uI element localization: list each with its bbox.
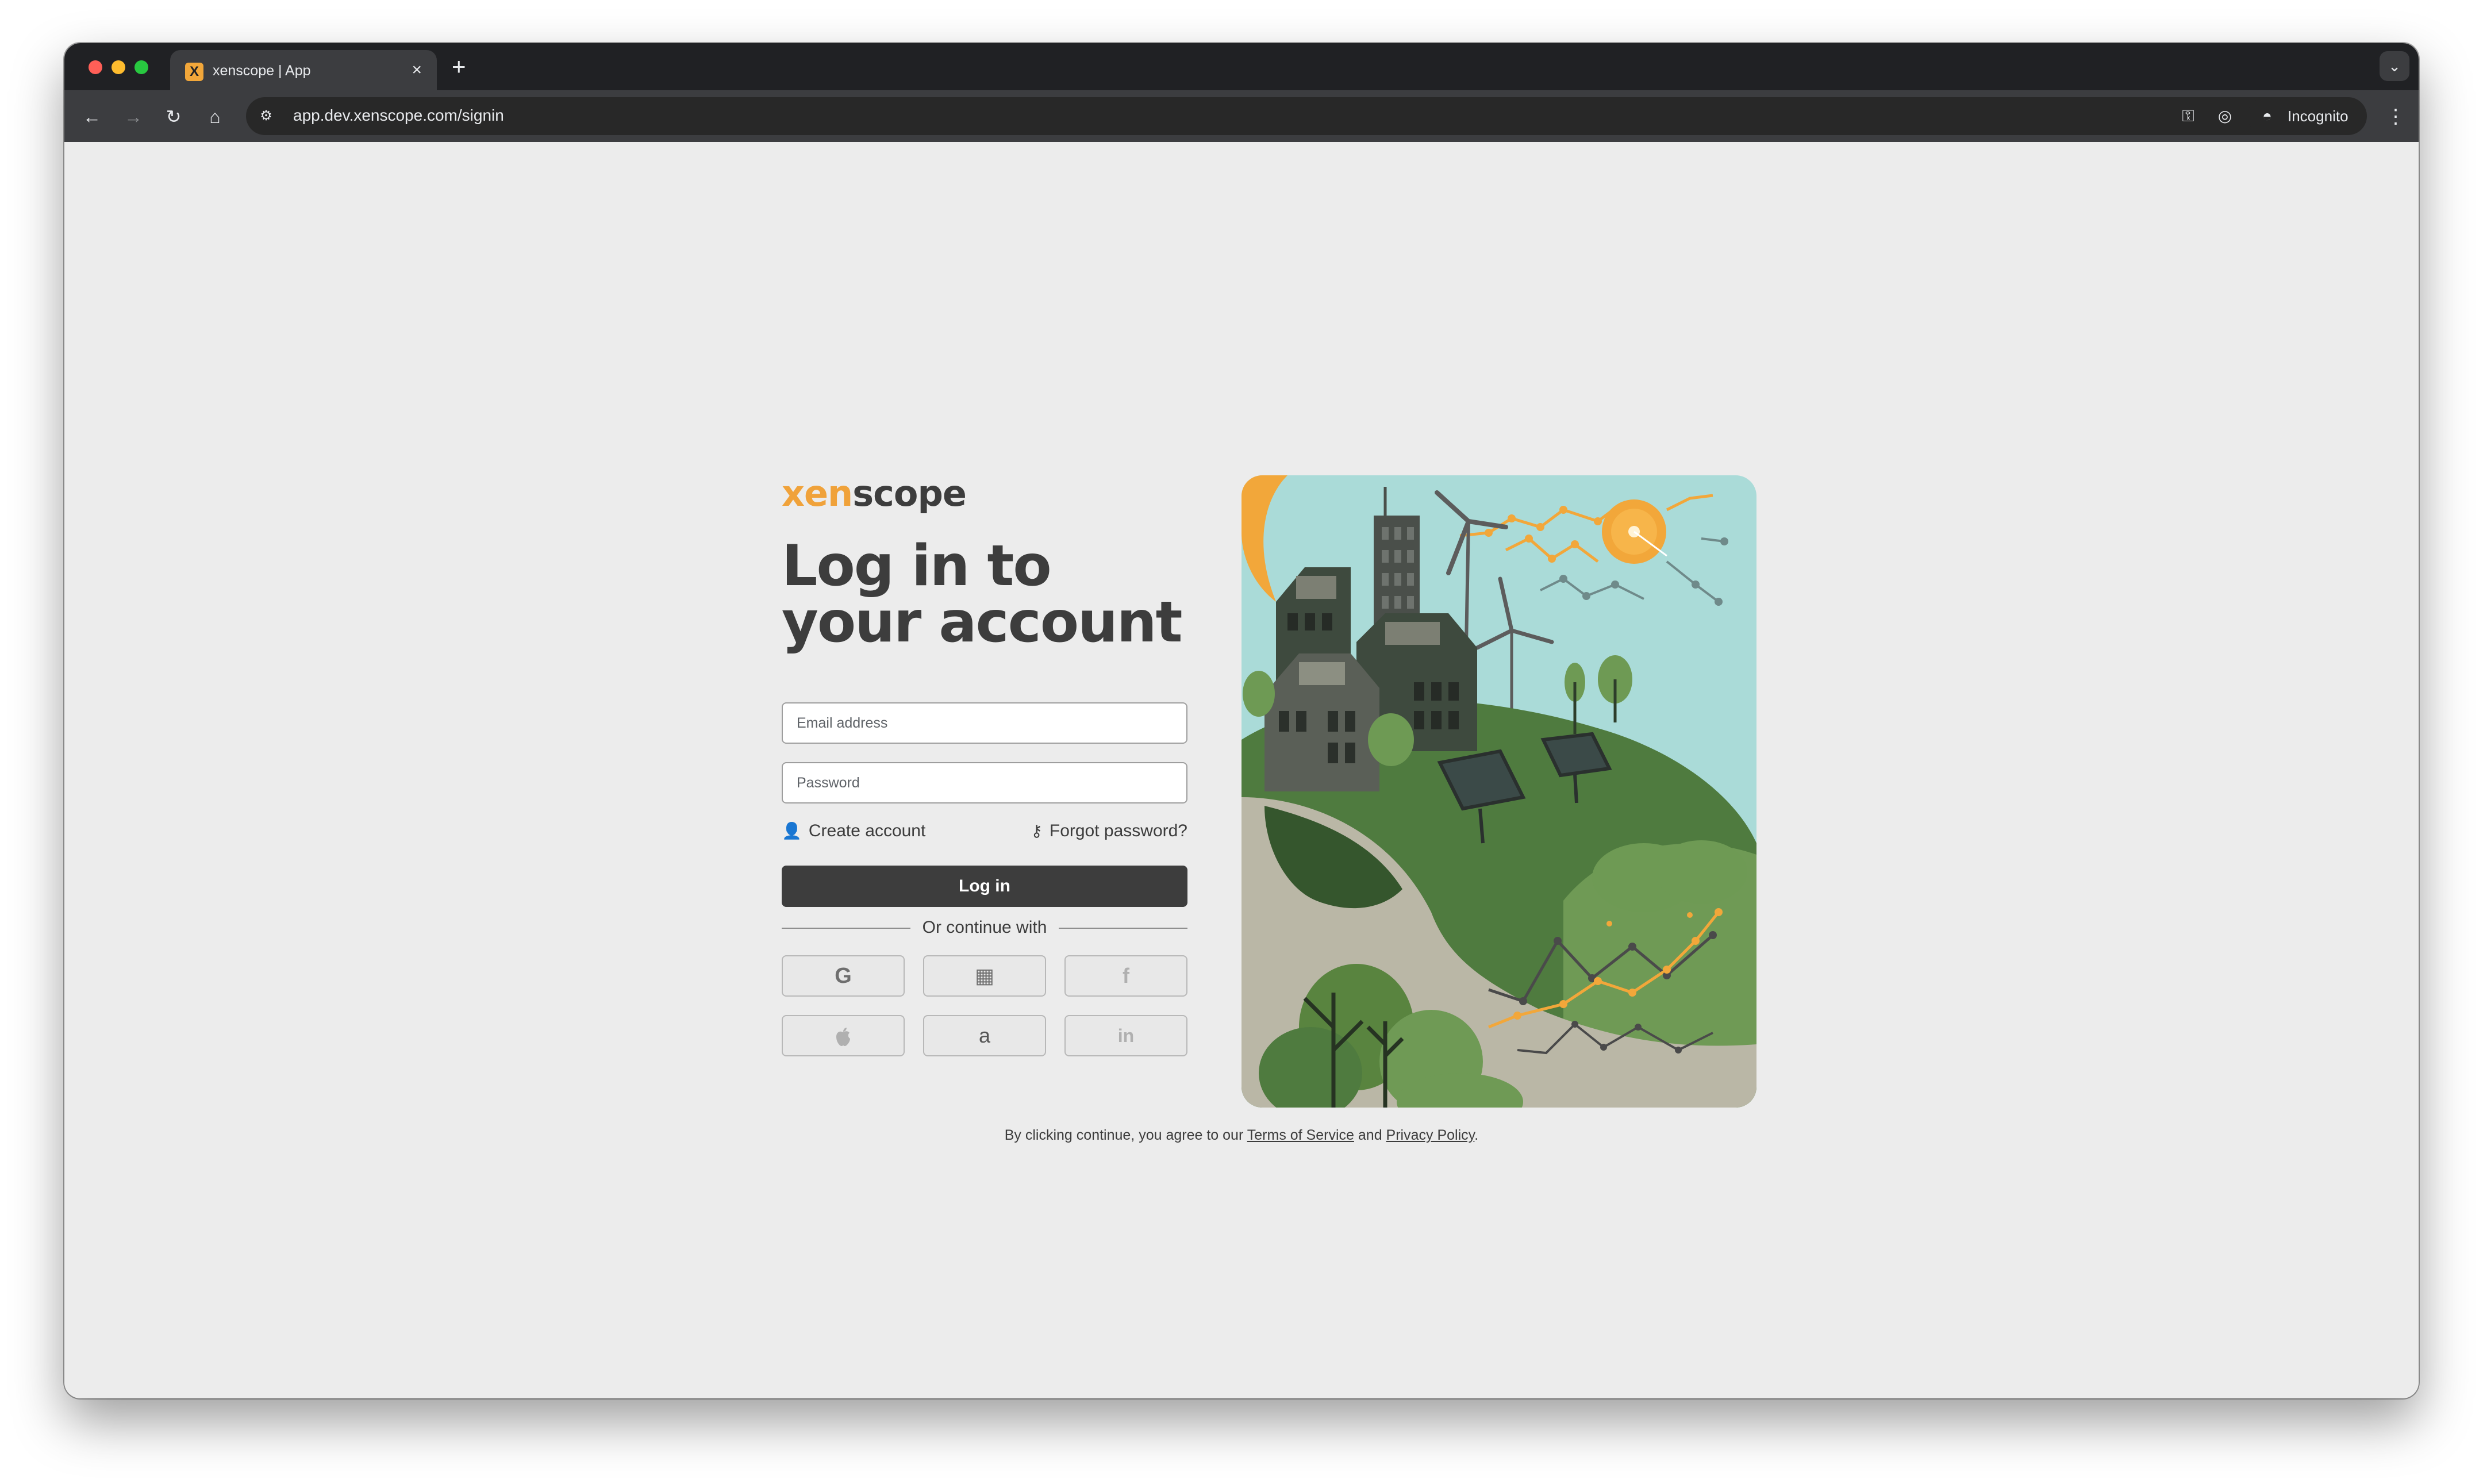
terms-suffix: . xyxy=(1474,1127,1479,1143)
password-field[interactable] xyxy=(782,762,1187,803)
login-button[interactable]: Log in xyxy=(782,866,1187,907)
new-tab-button[interactable]: + xyxy=(452,53,466,80)
incognito-badge[interactable]: ◓ Incognito xyxy=(2247,97,2367,135)
key-icon: ⚷ xyxy=(1031,822,1043,840)
auth-links: 👤 Create account ⚷ Forgot password? xyxy=(782,820,1187,843)
amazon-login-button[interactable]: a xyxy=(923,1015,1046,1056)
browser-window: X xenscope | App × + ⌄ ← → ↻ ⌂ ⚙ app.dev… xyxy=(64,43,2419,1398)
close-tab-icon[interactable]: × xyxy=(412,59,422,81)
page-content: xenscope Log in to your account 👤 Create … xyxy=(64,142,2419,1398)
apple-icon xyxy=(835,1024,852,1047)
logo-part-scope: scope xyxy=(852,472,967,514)
incognito-icon: ◓ xyxy=(2262,107,2272,125)
back-button[interactable]: ← xyxy=(78,103,106,130)
browser-toolbar: ← → ↻ ⌂ ⚙ app.dev.xenscope.com/signin ⚿ … xyxy=(64,90,2419,142)
url-text[interactable]: app.dev.xenscope.com/signin xyxy=(293,106,504,125)
user-add-icon: 👤 xyxy=(782,822,802,840)
maximize-window-button[interactable] xyxy=(134,60,148,74)
key-icon[interactable]: ⚿ xyxy=(2176,104,2200,128)
linkedin-icon: in xyxy=(1117,1025,1135,1046)
tab-search-button[interactable]: ⌄ xyxy=(2380,51,2409,81)
tab-title: xenscope | App xyxy=(213,63,311,79)
site-info-icon[interactable]: ⚙ xyxy=(255,105,277,127)
forgot-password-label: Forgot password? xyxy=(1049,821,1187,840)
terms-of-service-link[interactable]: Terms of Service xyxy=(1247,1127,1354,1143)
address-bar[interactable]: ⚙ app.dev.xenscope.com/signin ⚿ ◎ ☆ xyxy=(246,97,2293,135)
incognito-label: Incognito xyxy=(2288,107,2349,125)
microsoft-login-button[interactable]: ▦ xyxy=(923,955,1046,997)
home-button[interactable]: ⌂ xyxy=(201,103,229,130)
microsoft-icon: ▦ xyxy=(974,964,994,987)
email-field[interactable] xyxy=(782,702,1187,744)
eye-off-icon[interactable]: ◎ xyxy=(2213,104,2237,128)
minimize-window-button[interactable] xyxy=(112,60,125,74)
google-icon: G xyxy=(835,964,852,988)
close-window-button[interactable] xyxy=(89,60,102,74)
linkedin-login-button[interactable]: in xyxy=(1064,1015,1187,1056)
divider-line-right xyxy=(1059,928,1187,929)
facebook-icon: f xyxy=(1123,964,1129,987)
or-divider: Or continue with xyxy=(782,915,1187,940)
favicon-icon: X xyxy=(185,63,203,81)
amazon-icon: a xyxy=(978,1024,991,1047)
hero-illustration xyxy=(1242,475,1756,1108)
browser-menu-icon[interactable]: ⋮ xyxy=(2384,103,2407,130)
facebook-login-button[interactable]: f xyxy=(1064,955,1187,997)
reload-button[interactable]: ↻ xyxy=(160,103,187,130)
forgot-password-link[interactable]: ⚷ Forgot password? xyxy=(1031,820,1187,843)
terms-notice: By clicking continue, you agree to our T… xyxy=(64,1127,2419,1144)
privacy-policy-link[interactable]: Privacy Policy xyxy=(1386,1127,1475,1143)
create-account-label: Create account xyxy=(808,821,926,840)
page-title: Log in to your account xyxy=(782,533,1182,655)
apple-login-button[interactable] xyxy=(782,1015,905,1056)
forward-button[interactable]: → xyxy=(120,103,147,130)
logo-part-xen: xen xyxy=(782,472,853,514)
google-login-button[interactable]: G xyxy=(782,955,905,997)
terms-middle: and xyxy=(1354,1127,1386,1143)
tab-strip: X xenscope | App × + ⌄ xyxy=(64,43,2419,90)
create-account-link[interactable]: 👤 Create account xyxy=(782,820,925,843)
browser-tab[interactable]: X xenscope | App × xyxy=(170,50,437,90)
terms-prefix: By clicking continue, you agree to our xyxy=(1004,1127,1247,1143)
xenscope-logo: xenscope xyxy=(782,472,967,514)
